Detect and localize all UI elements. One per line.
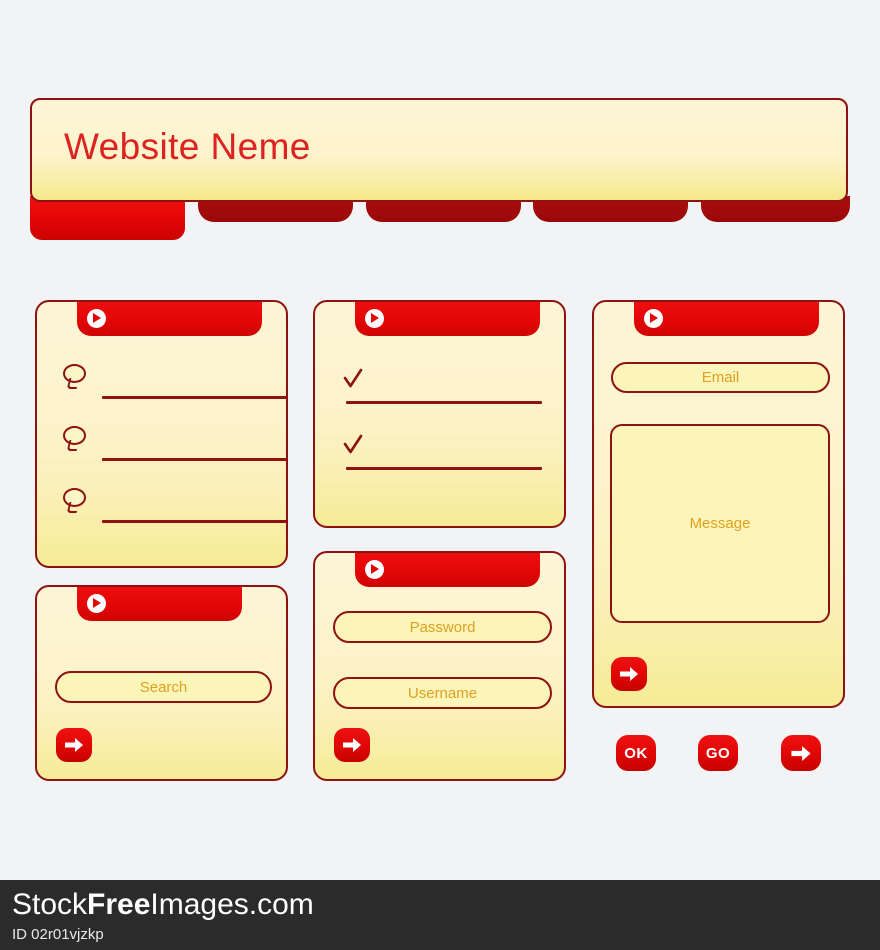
speech-bubble-icon: [63, 364, 86, 383]
comments-panel-header: [77, 302, 262, 336]
login-submit-button[interactable]: [334, 728, 370, 762]
comment-rule: [102, 458, 286, 461]
watermark-brand: StockFreeImages.com: [12, 888, 314, 922]
login-panel-header: [355, 553, 540, 587]
checklist-rule: [346, 467, 542, 470]
login-panel: Password Username: [313, 551, 566, 781]
speech-bubble-icon: [63, 488, 86, 507]
go-button[interactable]: GO: [698, 735, 738, 771]
site-header: Website Neme: [30, 98, 848, 202]
play-circle-icon[interactable]: [644, 309, 663, 328]
comments-panel: [35, 300, 288, 568]
search-submit-button[interactable]: [56, 728, 92, 762]
password-field[interactable]: Password: [333, 611, 552, 643]
contact-panel: Email Message: [592, 300, 845, 708]
watermark-bar: StockFreeImages.com ID 02r01vjzkp: [0, 880, 880, 950]
play-circle-icon[interactable]: [365, 560, 384, 579]
play-circle-icon[interactable]: [87, 309, 106, 328]
search-panel-header: [77, 587, 242, 621]
checklist-rule: [346, 401, 542, 404]
mockup-stage: Website Neme Email Message Search Passwo…: [0, 0, 880, 880]
play-circle-icon[interactable]: [365, 309, 384, 328]
nav-tab-1[interactable]: [30, 196, 185, 240]
play-circle-icon[interactable]: [87, 594, 106, 613]
search-input[interactable]: Search: [55, 671, 272, 703]
comment-rule: [102, 520, 286, 523]
contact-submit-button[interactable]: [611, 657, 647, 691]
check-icon: [343, 434, 363, 456]
main-navigation: [30, 196, 850, 256]
checklist-panel-header: [355, 302, 540, 336]
arrow-right-icon: [791, 745, 811, 761]
comment-rule: [102, 396, 286, 399]
watermark-brand-suffix: Images.com: [150, 888, 314, 921]
arrow-right-icon: [65, 738, 83, 752]
watermark-brand-prefix: Stock: [12, 888, 88, 921]
arrow-right-icon: [620, 667, 638, 681]
search-panel: Search: [35, 585, 288, 781]
ok-button[interactable]: OK: [616, 735, 656, 771]
check-icon: [343, 368, 363, 390]
message-textarea[interactable]: Message: [610, 424, 830, 623]
speech-bubble-icon: [63, 426, 86, 445]
watermark-image-id: ID 02r01vjzkp: [12, 926, 104, 943]
arrow-right-icon: [343, 738, 361, 752]
username-field[interactable]: Username: [333, 677, 552, 709]
arrow-button[interactable]: [781, 735, 821, 771]
watermark-brand-bold: Free: [87, 888, 151, 921]
page-title: Website Neme: [64, 126, 311, 167]
contact-panel-header: [634, 302, 819, 336]
checklist-panel: [313, 300, 566, 528]
email-field[interactable]: Email: [611, 362, 830, 393]
